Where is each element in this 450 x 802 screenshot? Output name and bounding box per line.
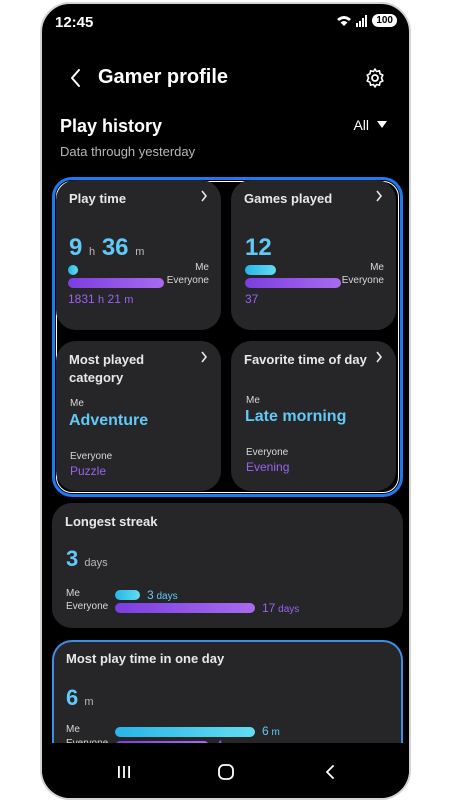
me-time-value: Late morning <box>245 408 347 425</box>
longest-streak-card[interactable]: Longest streak 3 days Me Everyone 3 days… <box>52 503 403 628</box>
me-bar <box>245 265 276 275</box>
one-day-value: 6 m <box>66 685 94 710</box>
everyone-value: 17 days <box>262 601 300 615</box>
wifi-icon <box>337 15 352 26</box>
card-title: Most play time in one day <box>66 651 225 666</box>
settings-button[interactable] <box>363 65 387 91</box>
everyone-value: 1831 h 21 m <box>68 292 134 306</box>
everyone-value: 37 <box>245 292 259 306</box>
clock: 12:45 <box>55 14 94 31</box>
back-nav-button[interactable] <box>310 757 350 787</box>
gear-icon <box>366 68 384 88</box>
chevron-right-icon <box>201 351 208 363</box>
section-title: Play history <box>60 116 163 136</box>
favorite-time-card[interactable]: Favorite time of day Me Late morning Eve… <box>231 341 396 491</box>
me-category-value: Adventure <box>69 412 149 429</box>
dropdown-arrow-icon <box>377 121 387 128</box>
back-arrow-icon <box>71 69 80 87</box>
everyone-label: Everyone <box>166 275 209 286</box>
me-label: Me <box>66 724 80 735</box>
period-filter-dropdown[interactable]: All <box>353 117 387 133</box>
everyone-label: Everyone <box>70 451 113 462</box>
status-icons: 100 <box>336 14 397 27</box>
me-label: Me <box>70 398 84 409</box>
status-bar: 12:45 100 <box>42 4 409 38</box>
chevron-right-icon <box>201 190 208 202</box>
data-subtitle: Data through yesterday <box>60 144 196 159</box>
everyone-label: Everyone <box>66 601 109 612</box>
back-button[interactable] <box>64 65 88 91</box>
recent-apps-button[interactable] <box>104 757 144 787</box>
card-title: Favorite time of day <box>244 352 367 367</box>
recent-apps-icon <box>118 766 130 778</box>
most-played-category-card[interactable]: Most played category Me Adventure Everyo… <box>56 341 221 491</box>
play-time-card[interactable]: Play time 9 h 36 m Me Everyone 1831 h 21… <box>56 180 221 330</box>
page-title: Gamer profile <box>98 66 229 88</box>
card-title: Play time <box>69 191 127 206</box>
everyone-label: Everyone <box>341 275 384 286</box>
battery-indicator: 100 <box>372 14 397 27</box>
games-played-card[interactable]: Games played 12 Me Everyone 37 <box>231 180 396 330</box>
me-label: Me <box>66 588 80 599</box>
games-played-value: 12 <box>245 234 272 261</box>
me-label: Me <box>246 395 260 406</box>
me-value: 3 days <box>147 588 178 602</box>
play-time-value: 9 h 36 m <box>69 234 145 261</box>
everyone-bar <box>245 278 341 288</box>
signal-icon <box>356 14 368 27</box>
me-label: Me <box>370 262 384 273</box>
card-title: Most played category <box>69 352 145 385</box>
back-nav-icon <box>325 765 334 779</box>
most-play-one-day-card[interactable]: Most play time in one day 6 m Me Everyon… <box>52 640 403 752</box>
me-value: 6 m <box>262 724 280 738</box>
card-title: Longest streak <box>65 514 158 529</box>
me-bar <box>115 727 255 737</box>
phone-screen: 12:45 100 Gamer profile Play history All… <box>40 2 411 800</box>
me-label: Me <box>195 262 209 273</box>
card-title: Games played <box>244 191 333 206</box>
system-nav-bar <box>42 743 409 798</box>
streak-value: 3 days <box>66 546 108 571</box>
everyone-bar <box>115 603 255 613</box>
app-bar: Gamer profile <box>42 59 409 99</box>
home-icon <box>218 764 234 780</box>
me-bar <box>68 265 78 275</box>
chevron-right-icon <box>376 190 383 202</box>
chevron-right-icon <box>376 351 383 363</box>
filter-value: All <box>353 117 369 133</box>
home-button[interactable] <box>206 757 246 787</box>
everyone-time-value: Evening <box>246 460 290 474</box>
everyone-bar <box>68 278 164 288</box>
everyone-label: Everyone <box>246 447 289 458</box>
everyone-category-value: Puzzle <box>70 464 107 478</box>
me-bar <box>115 590 140 600</box>
